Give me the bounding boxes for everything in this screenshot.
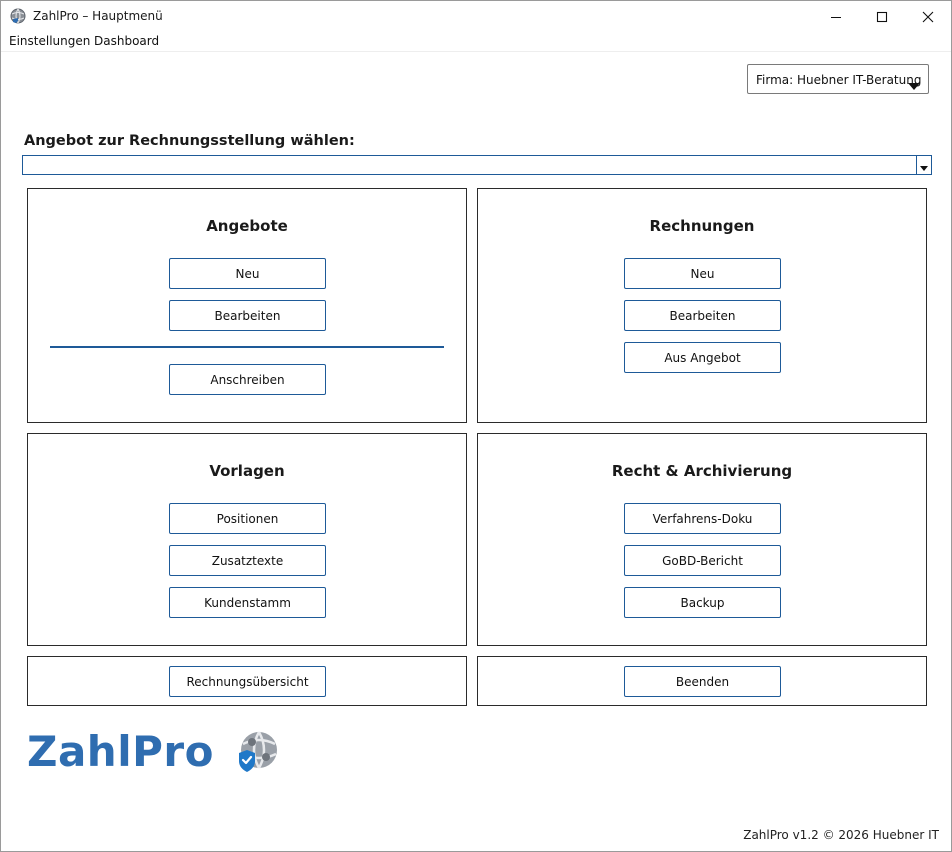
menu-bar: Einstellungen Dashboard — [1, 32, 951, 52]
panel-vorlagen: Vorlagen Positionen Zusatztexte Kundenst… — [27, 433, 467, 646]
rechnung-new-button[interactable]: Neu — [624, 258, 781, 289]
rechnung-from-offer-button[interactable]: Aus Angebot — [624, 342, 781, 373]
title-bar: ZahlPro – Hauptmenü — [1, 1, 951, 32]
minimize-icon — [830, 11, 842, 23]
company-select-value: Firma: Huebner IT-Beratung — [756, 73, 922, 87]
close-icon — [922, 11, 934, 23]
dropdown-arrow-icon — [908, 76, 920, 95]
customers-button[interactable]: Kundenstamm — [169, 587, 326, 618]
logo-text: ZahlPro — [27, 727, 214, 776]
shield-check-icon — [235, 730, 279, 778]
panel-title-rechnungen: Rechnungen — [649, 217, 755, 235]
maximize-icon — [876, 11, 888, 23]
procedure-doc-button[interactable]: Verfahrens-Doku — [624, 503, 781, 534]
angebot-letter-button[interactable]: Anschreiben — [169, 364, 326, 395]
menu-einstellungen[interactable]: Einstellungen — [9, 34, 90, 48]
panel-exit: Beenden — [477, 656, 927, 706]
panel-title-vorlagen: Vorlagen — [209, 462, 285, 480]
minimize-button[interactable] — [813, 1, 859, 32]
offer-select-toggle[interactable] — [916, 156, 931, 174]
additional-texts-button[interactable]: Zusatztexte — [169, 545, 326, 576]
angebot-new-button[interactable]: Neu — [169, 258, 326, 289]
angebot-edit-button[interactable]: Bearbeiten — [169, 300, 326, 331]
maximize-button[interactable] — [859, 1, 905, 32]
panel-overview: Rechnungsübersicht — [27, 656, 467, 706]
panel-angebote: Angebote Neu Bearbeiten Anschreiben — [27, 188, 467, 423]
close-button[interactable] — [905, 1, 951, 32]
offer-select-label: Angebot zur Rechnungsstellung wählen: — [24, 133, 355, 149]
offer-select[interactable] — [22, 155, 932, 175]
company-select[interactable]: Firma: Huebner IT-Beratung — [747, 64, 929, 94]
panel-title-angebote: Angebote — [206, 217, 288, 235]
rechnung-edit-button[interactable]: Bearbeiten — [624, 300, 781, 331]
invoice-overview-button[interactable]: Rechnungsübersicht — [169, 666, 326, 697]
dropdown-arrow-icon — [920, 156, 928, 175]
menu-dashboard[interactable]: Dashboard — [94, 34, 159, 48]
backup-button[interactable]: Backup — [624, 587, 781, 618]
panel-recht-archivierung: Recht & Archivierung Verfahrens-Doku GoB… — [477, 433, 927, 646]
exit-button[interactable]: Beenden — [624, 666, 781, 697]
window-title: ZahlPro – Hauptmenü — [33, 9, 163, 23]
positions-button[interactable]: Positionen — [169, 503, 326, 534]
footer-copyright: ZahlPro v1.2 © 2026 Huebner IT — [743, 828, 939, 842]
main-window: ZahlPro – Hauptmenü Einstellungen Dashbo… — [0, 0, 952, 852]
app-globe-icon — [10, 8, 26, 24]
panel-title-recht: Recht & Archivierung — [611, 462, 793, 480]
separator — [50, 346, 444, 348]
gobd-report-button[interactable]: GoBD-Bericht — [624, 545, 781, 576]
panel-rechnungen: Rechnungen Neu Bearbeiten Aus Angebot — [477, 188, 927, 423]
